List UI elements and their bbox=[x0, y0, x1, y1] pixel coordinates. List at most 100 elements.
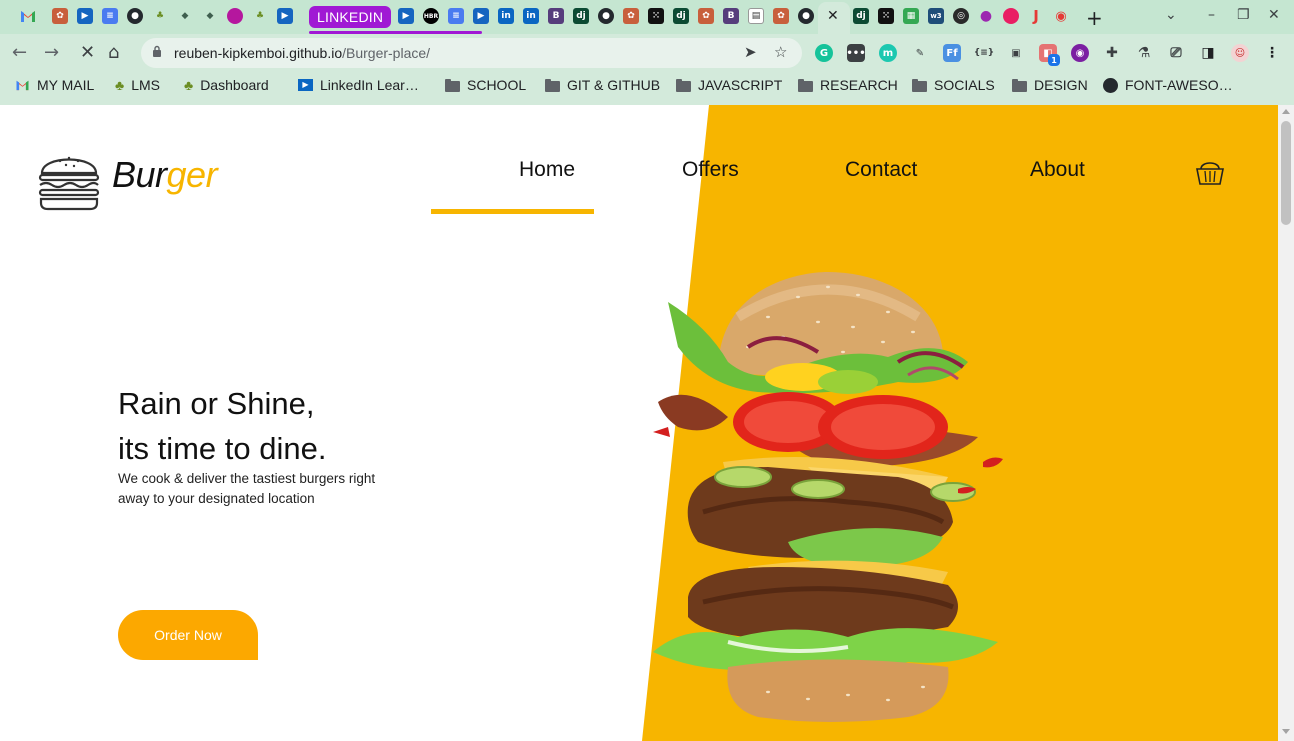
record-tab-icon[interactable]: ◉ bbox=[1053, 8, 1069, 24]
django-tab-icon[interactable]: dj bbox=[853, 8, 869, 24]
video-tab-icon[interactable]: ▶ bbox=[398, 8, 414, 24]
bookmark-design[interactable]: DESIGN bbox=[1012, 77, 1088, 93]
django-tab-icon[interactable]: dj bbox=[573, 8, 589, 24]
nav-about[interactable]: About bbox=[1030, 158, 1085, 182]
url-host: reuben-kipkemboi.github.io bbox=[174, 45, 343, 61]
linkedin-tab-icon[interactable]: in bbox=[523, 8, 539, 24]
video-tab-icon[interactable]: ▶ bbox=[77, 8, 93, 24]
bootstrap-tab-icon[interactable]: B bbox=[723, 8, 739, 24]
cap-tab-icon[interactable]: ◆ bbox=[177, 8, 193, 24]
hero-line-2: its time to dine. bbox=[118, 431, 327, 466]
back-icon[interactable]: ← bbox=[12, 42, 27, 63]
logo-text-bur: Bur bbox=[112, 154, 167, 195]
home-icon[interactable]: ⌂ bbox=[108, 42, 119, 63]
tree-tab-icon[interactable]: ♣ bbox=[252, 8, 268, 24]
minimize-icon[interactable]: – bbox=[1208, 7, 1215, 23]
bookmark-label: GIT & GITHUB bbox=[567, 77, 661, 93]
bookmark-linkedin-learning[interactable]: ▶ LinkedIn Lear… bbox=[298, 77, 419, 93]
docs-tab-icon[interactable]: ≡ bbox=[448, 8, 464, 24]
nav-contact[interactable]: Contact bbox=[845, 158, 917, 182]
linkedin-tab-icon[interactable]: in bbox=[498, 8, 514, 24]
close-window-icon[interactable]: ✕ bbox=[1268, 7, 1280, 23]
send-icon[interactable]: ➤ bbox=[744, 43, 757, 61]
video-tab-icon[interactable]: ▶ bbox=[277, 8, 293, 24]
flask-icon[interactable]: ⚗ bbox=[1135, 44, 1153, 62]
bookmark-dashboard[interactable]: ♣ Dashboard bbox=[184, 77, 269, 93]
gmail-tab-icon[interactable] bbox=[20, 8, 36, 24]
openai-tab-icon[interactable]: ✿ bbox=[773, 8, 789, 24]
bookmark-font-awesome[interactable]: FONT-AWESO… bbox=[1103, 77, 1233, 93]
tab-group-linkedin[interactable]: LINKEDIN bbox=[309, 6, 392, 28]
page-tab-icon[interactable]: ▤ bbox=[748, 8, 764, 24]
forward-icon[interactable]: → bbox=[44, 42, 59, 63]
hbr-tab-icon[interactable]: HBR bbox=[423, 8, 439, 24]
eyedropper-ext-icon[interactable]: ✎ bbox=[911, 44, 929, 62]
page-scrollbar[interactable] bbox=[1278, 105, 1294, 741]
folder-icon bbox=[912, 78, 927, 92]
bookmark-school[interactable]: SCHOOL bbox=[445, 77, 526, 93]
bookmark-research[interactable]: RESEARCH bbox=[798, 77, 898, 93]
gmail-icon bbox=[16, 80, 29, 91]
stop-icon[interactable]: ✕ bbox=[80, 42, 95, 63]
github-tab-icon[interactable]: ● bbox=[798, 8, 814, 24]
star-icon[interactable]: ☆ bbox=[774, 43, 787, 61]
lock-icon bbox=[153, 45, 161, 57]
scroll-up-icon[interactable] bbox=[1282, 109, 1290, 114]
docs-tab-icon[interactable]: ≡ bbox=[102, 8, 118, 24]
sheets-tab-icon[interactable]: ▦ bbox=[903, 8, 919, 24]
pink-tab-icon[interactable] bbox=[1003, 8, 1019, 24]
j-tab-icon[interactable]: J bbox=[1028, 7, 1044, 25]
globe-tab-icon[interactable]: ◎ bbox=[953, 8, 969, 24]
bootstrap-tab-icon[interactable]: B bbox=[548, 8, 564, 24]
bookmark-label: RESEARCH bbox=[820, 77, 898, 93]
new-tab-button[interactable]: + bbox=[1086, 6, 1103, 30]
capture-ext-icon[interactable]: ▣ bbox=[1007, 44, 1025, 62]
dots-ext-icon[interactable]: ••• bbox=[846, 44, 866, 62]
bookmark-my-mail[interactable]: MY MAIL bbox=[15, 77, 94, 93]
bookmark-label: LMS bbox=[131, 77, 160, 93]
burger-image bbox=[653, 272, 1003, 722]
close-tab-icon[interactable]: ✕ bbox=[827, 8, 839, 24]
address-bar[interactable]: reuben-kipkemboi.github.io/Burger-place/… bbox=[141, 38, 802, 68]
bookmark-socials[interactable]: SOCIALS bbox=[912, 77, 995, 93]
tab-search-icon[interactable]: ⌄ bbox=[1165, 7, 1177, 23]
fonts-ext-icon[interactable]: Ff bbox=[943, 44, 961, 62]
active-tab[interactable]: ✕ bbox=[818, 2, 850, 34]
openai-tab-icon[interactable]: ✿ bbox=[623, 8, 639, 24]
m-ext-icon[interactable]: m bbox=[879, 44, 897, 62]
web-page: Burger Home Offers Contact About Rain or… bbox=[0, 105, 1278, 741]
django-tab-icon[interactable]: dj bbox=[673, 8, 689, 24]
video-tab-icon[interactable]: ▶ bbox=[473, 8, 489, 24]
github-tab-icon[interactable]: ● bbox=[598, 8, 614, 24]
bookmark-git-github[interactable]: GIT & GITHUB bbox=[545, 77, 660, 93]
bookmark-javascript[interactable]: JAVASCRIPT bbox=[676, 77, 782, 93]
json-ext-icon[interactable]: {≡} bbox=[974, 44, 994, 62]
tree-tab-icon[interactable]: ♣ bbox=[152, 8, 168, 24]
order-now-button[interactable]: Order Now bbox=[118, 610, 258, 660]
openai-tab-icon[interactable]: ✿ bbox=[52, 8, 68, 24]
nav-offers[interactable]: Offers bbox=[682, 158, 739, 182]
cast-icon[interactable]: ⎚ bbox=[1167, 44, 1185, 62]
grammarly-ext-icon[interactable]: G bbox=[815, 44, 833, 62]
nav-home[interactable]: Home bbox=[519, 158, 575, 182]
blob-tab-icon[interactable] bbox=[227, 8, 243, 24]
basket-icon[interactable] bbox=[1195, 158, 1225, 186]
sidepanel-icon[interactable]: ◨ bbox=[1199, 44, 1217, 62]
github-tab-icon[interactable]: ● bbox=[127, 8, 143, 24]
w3-tab-icon[interactable]: w3 bbox=[928, 8, 944, 24]
color-ext-icon[interactable]: ◉ bbox=[1071, 44, 1089, 62]
scroll-down-icon[interactable] bbox=[1282, 729, 1290, 734]
profile-avatar[interactable]: ☺ bbox=[1231, 44, 1249, 62]
restore-icon[interactable]: ❐ bbox=[1237, 7, 1250, 23]
openai-tab-icon[interactable]: ✿ bbox=[698, 8, 714, 24]
site-logo[interactable]: Burger bbox=[36, 145, 236, 215]
dice-tab-icon[interactable]: ⁙ bbox=[878, 8, 894, 24]
hero-heading: Rain or Shine, its time to dine. bbox=[118, 381, 326, 471]
scrollbar-thumb[interactable] bbox=[1281, 121, 1291, 225]
puzzle-icon[interactable]: ✚ bbox=[1103, 44, 1121, 62]
planet-tab-icon[interactable]: ● bbox=[978, 8, 994, 24]
dice-tab-icon[interactable]: ⁙ bbox=[648, 8, 664, 24]
cap-tab-icon[interactable]: ◆ bbox=[202, 8, 218, 24]
bookmark-lms[interactable]: ♣ LMS bbox=[115, 77, 160, 93]
menu-icon[interactable]: ⋮ bbox=[1263, 44, 1281, 62]
